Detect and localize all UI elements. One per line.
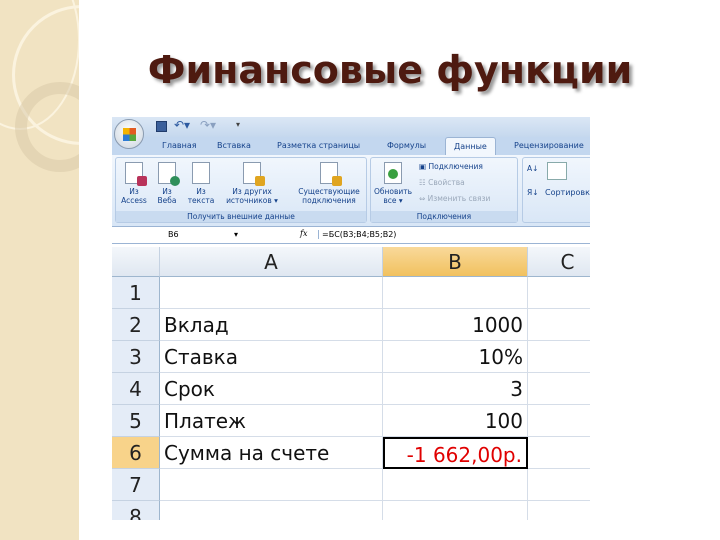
cell-a7[interactable] <box>160 469 383 501</box>
refresh-all-button[interactable]: Обновить все ▾ <box>373 162 413 205</box>
cell-c3[interactable] <box>528 341 590 373</box>
excel-screenshot: ↶▾ ↷▾ ▾ Главная Вставка Разметка страниц… <box>112 117 590 520</box>
tab-formulas[interactable]: Формулы <box>387 141 426 150</box>
column-header-b[interactable]: B <box>383 247 528 277</box>
cell-a8[interactable] <box>160 501 383 520</box>
cell-c4[interactable] <box>528 373 590 405</box>
tab-page-layout[interactable]: Разметка страницы <box>277 141 360 150</box>
row-header[interactable]: 1 <box>112 277 160 309</box>
sort-asc-icon[interactable]: A↓ <box>527 164 538 173</box>
sort-dialog-icon <box>547 162 567 180</box>
row-header[interactable]: 3 <box>112 341 160 373</box>
cell-b5[interactable]: 100 <box>383 405 528 437</box>
formula-input[interactable]: =БС(B3;B4;B5;B2) <box>318 230 396 239</box>
office-button[interactable] <box>114 119 144 149</box>
select-all-corner[interactable] <box>112 247 160 277</box>
row-header[interactable]: 8 <box>112 501 160 520</box>
row-header[interactable]: 7 <box>112 469 160 501</box>
cell-a6[interactable]: Сумма на счете <box>160 437 383 469</box>
row-header[interactable]: 2 <box>112 309 160 341</box>
from-access-button[interactable]: Из Access <box>120 162 148 205</box>
group-sort: A↓ Я↓ Сортировка <box>522 157 590 223</box>
name-box[interactable]: B6 <box>168 230 179 239</box>
cell-a1[interactable] <box>160 277 383 309</box>
group-label: Подключения <box>371 211 517 222</box>
column-header-a[interactable]: A <box>160 247 383 277</box>
sort-button[interactable]: Сортировка <box>545 188 590 197</box>
access-icon <box>125 162 147 186</box>
cell-c8[interactable] <box>528 501 590 520</box>
group-get-external-data: Из Access Из Веба Из текста Из других ис… <box>115 157 367 223</box>
cell-b3[interactable]: 10% <box>383 341 528 373</box>
ribbon-tabs: Главная Вставка Разметка страницы Формул… <box>112 137 590 155</box>
cell-c6[interactable] <box>528 437 590 469</box>
sort-desc-icon[interactable]: Я↓ <box>527 188 539 197</box>
tab-data[interactable]: Данные <box>445 137 496 155</box>
cell-a4[interactable]: Срок <box>160 373 383 405</box>
database-icon <box>243 162 265 186</box>
column-header-c[interactable]: C <box>528 247 590 277</box>
ribbon: Из Access Из Веба Из текста Из других ис… <box>112 155 590 227</box>
name-box-dropdown-icon[interactable]: ▾ <box>234 230 238 239</box>
cell-b6[interactable]: -1 662,00р. <box>383 437 528 469</box>
cell-b7[interactable] <box>383 469 528 501</box>
from-text-button[interactable]: Из текста <box>186 162 216 205</box>
web-globe-icon <box>158 162 180 186</box>
tab-home[interactable]: Главная <box>162 141 197 150</box>
cell-c2[interactable] <box>528 309 590 341</box>
from-other-sources-button[interactable]: Из других источников ▾ <box>221 162 283 205</box>
row-header[interactable]: 6 <box>112 437 160 469</box>
connections-icon <box>320 162 342 186</box>
cell-b1[interactable] <box>383 277 528 309</box>
cell-a3[interactable]: Ставка <box>160 341 383 373</box>
save-icon[interactable] <box>156 121 167 132</box>
formula-bar: B6 ▾ fx =БС(B3;B4;B5;B2) <box>112 228 590 244</box>
tab-review[interactable]: Рецензирование <box>514 141 584 150</box>
properties-button[interactable]: ☷ Свойства <box>419 178 465 187</box>
undo-icon[interactable]: ↶▾ <box>174 118 190 132</box>
group-connections: Обновить все ▾ ▣ Подключения ☷ Свойства … <box>370 157 518 223</box>
cell-b2[interactable]: 1000 <box>383 309 528 341</box>
row-header[interactable]: 5 <box>112 405 160 437</box>
cell-b4[interactable]: 3 <box>383 373 528 405</box>
connections-button[interactable]: ▣ Подключения <box>419 162 483 171</box>
cell-a5[interactable]: Платеж <box>160 405 383 437</box>
fx-icon[interactable]: fx <box>300 229 307 238</box>
cell-b8[interactable] <box>383 501 528 520</box>
cell-c5[interactable] <box>528 405 590 437</box>
redo-icon[interactable]: ↷▾ <box>200 118 216 132</box>
cell-a2[interactable]: Вклад <box>160 309 383 341</box>
from-web-button[interactable]: Из Веба <box>154 162 180 205</box>
quick-access-toolbar: ↶▾ ↷▾ ▾ <box>112 117 590 137</box>
cell-c1[interactable] <box>528 277 590 309</box>
tab-insert[interactable]: Вставка <box>217 141 251 150</box>
group-label: Получить внешние данные <box>116 211 366 222</box>
row-header[interactable]: 4 <box>112 373 160 405</box>
edit-links-button[interactable]: ⇔ Изменить связи <box>419 194 490 203</box>
slide-title: Финансовые функции <box>147 48 633 92</box>
refresh-icon <box>384 162 402 184</box>
text-file-icon <box>192 162 210 184</box>
customize-qat-icon[interactable]: ▾ <box>236 120 240 129</box>
existing-connections-button[interactable]: Существующие подключения <box>294 162 364 205</box>
cell-c7[interactable] <box>528 469 590 501</box>
